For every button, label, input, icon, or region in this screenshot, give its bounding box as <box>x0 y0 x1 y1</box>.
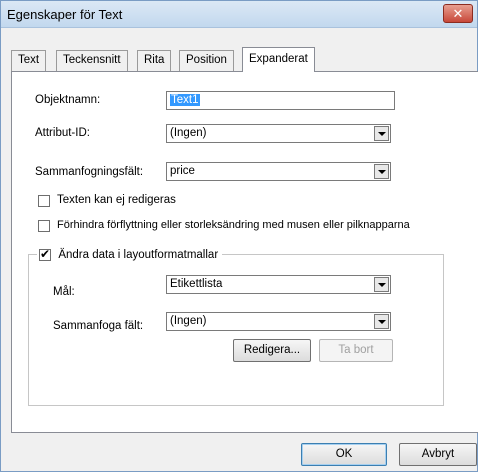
merge-field-label: Sammanfogningsfält: <box>35 166 144 178</box>
not-editable-label: Texten kan ej redigeras <box>57 194 176 206</box>
attribute-id-select[interactable]: (Ingen) <box>166 124 391 143</box>
not-editable-checkbox[interactable] <box>38 195 50 207</box>
chevron-down-icon[interactable] <box>374 126 389 141</box>
change-layout-data-checkbox[interactable] <box>39 247 51 261</box>
ok-button[interactable]: OK <box>301 443 387 466</box>
prevent-move-label: Förhindra förflyttning eller storleksänd… <box>57 219 410 231</box>
tab-position[interactable]: Position <box>179 50 234 71</box>
chevron-down-icon[interactable] <box>374 314 389 329</box>
merge-fields-value: (Ingen) <box>170 315 207 327</box>
window-title: Egenskaper för Text <box>7 7 123 22</box>
object-name-label: Objektnamn: <box>35 94 101 106</box>
tab-text[interactable]: Text <box>11 50 47 71</box>
close-icon: ✕ <box>452 6 464 21</box>
edit-button[interactable]: Redigera... <box>233 339 311 362</box>
attribute-id-label: Attribut-ID: <box>35 127 90 139</box>
chevron-down-icon[interactable] <box>374 277 389 292</box>
merge-field-select[interactable]: price <box>166 162 391 181</box>
merge-fields-label: Sammanfoga fält: <box>53 320 144 332</box>
target-label: Mål: <box>53 286 75 298</box>
title-bar[interactable]: Egenskaper för Text ✕ <box>1 1 477 28</box>
object-name-input[interactable]: Text1 <box>166 91 395 110</box>
cancel-button[interactable]: Avbryt <box>399 443 477 466</box>
tab-font[interactable]: Teckensnitt <box>56 50 128 71</box>
group-legend: Ändra data i layoutformatmallar <box>37 247 223 261</box>
close-button[interactable]: ✕ <box>443 4 473 23</box>
object-name-value: Text1 <box>170 94 200 106</box>
merge-fields-select[interactable]: (Ingen) <box>166 312 391 331</box>
attribute-id-value: (Ingen) <box>170 127 207 139</box>
target-value: Etikettlista <box>170 278 223 290</box>
properties-dialog: Egenskaper för Text ✕ Text Teckensnitt R… <box>0 0 478 472</box>
group-legend-label: Ändra data i layoutformatmallar <box>58 248 219 261</box>
merge-field-value: price <box>170 165 195 177</box>
tab-draw[interactable]: Rita <box>137 50 172 71</box>
chevron-down-icon[interactable] <box>374 164 389 179</box>
prevent-move-checkbox[interactable] <box>38 220 50 232</box>
remove-button[interactable]: Ta bort <box>319 339 393 362</box>
target-select[interactable]: Etikettlista <box>166 275 391 294</box>
tab-expanded[interactable]: Expanderat <box>242 47 315 72</box>
